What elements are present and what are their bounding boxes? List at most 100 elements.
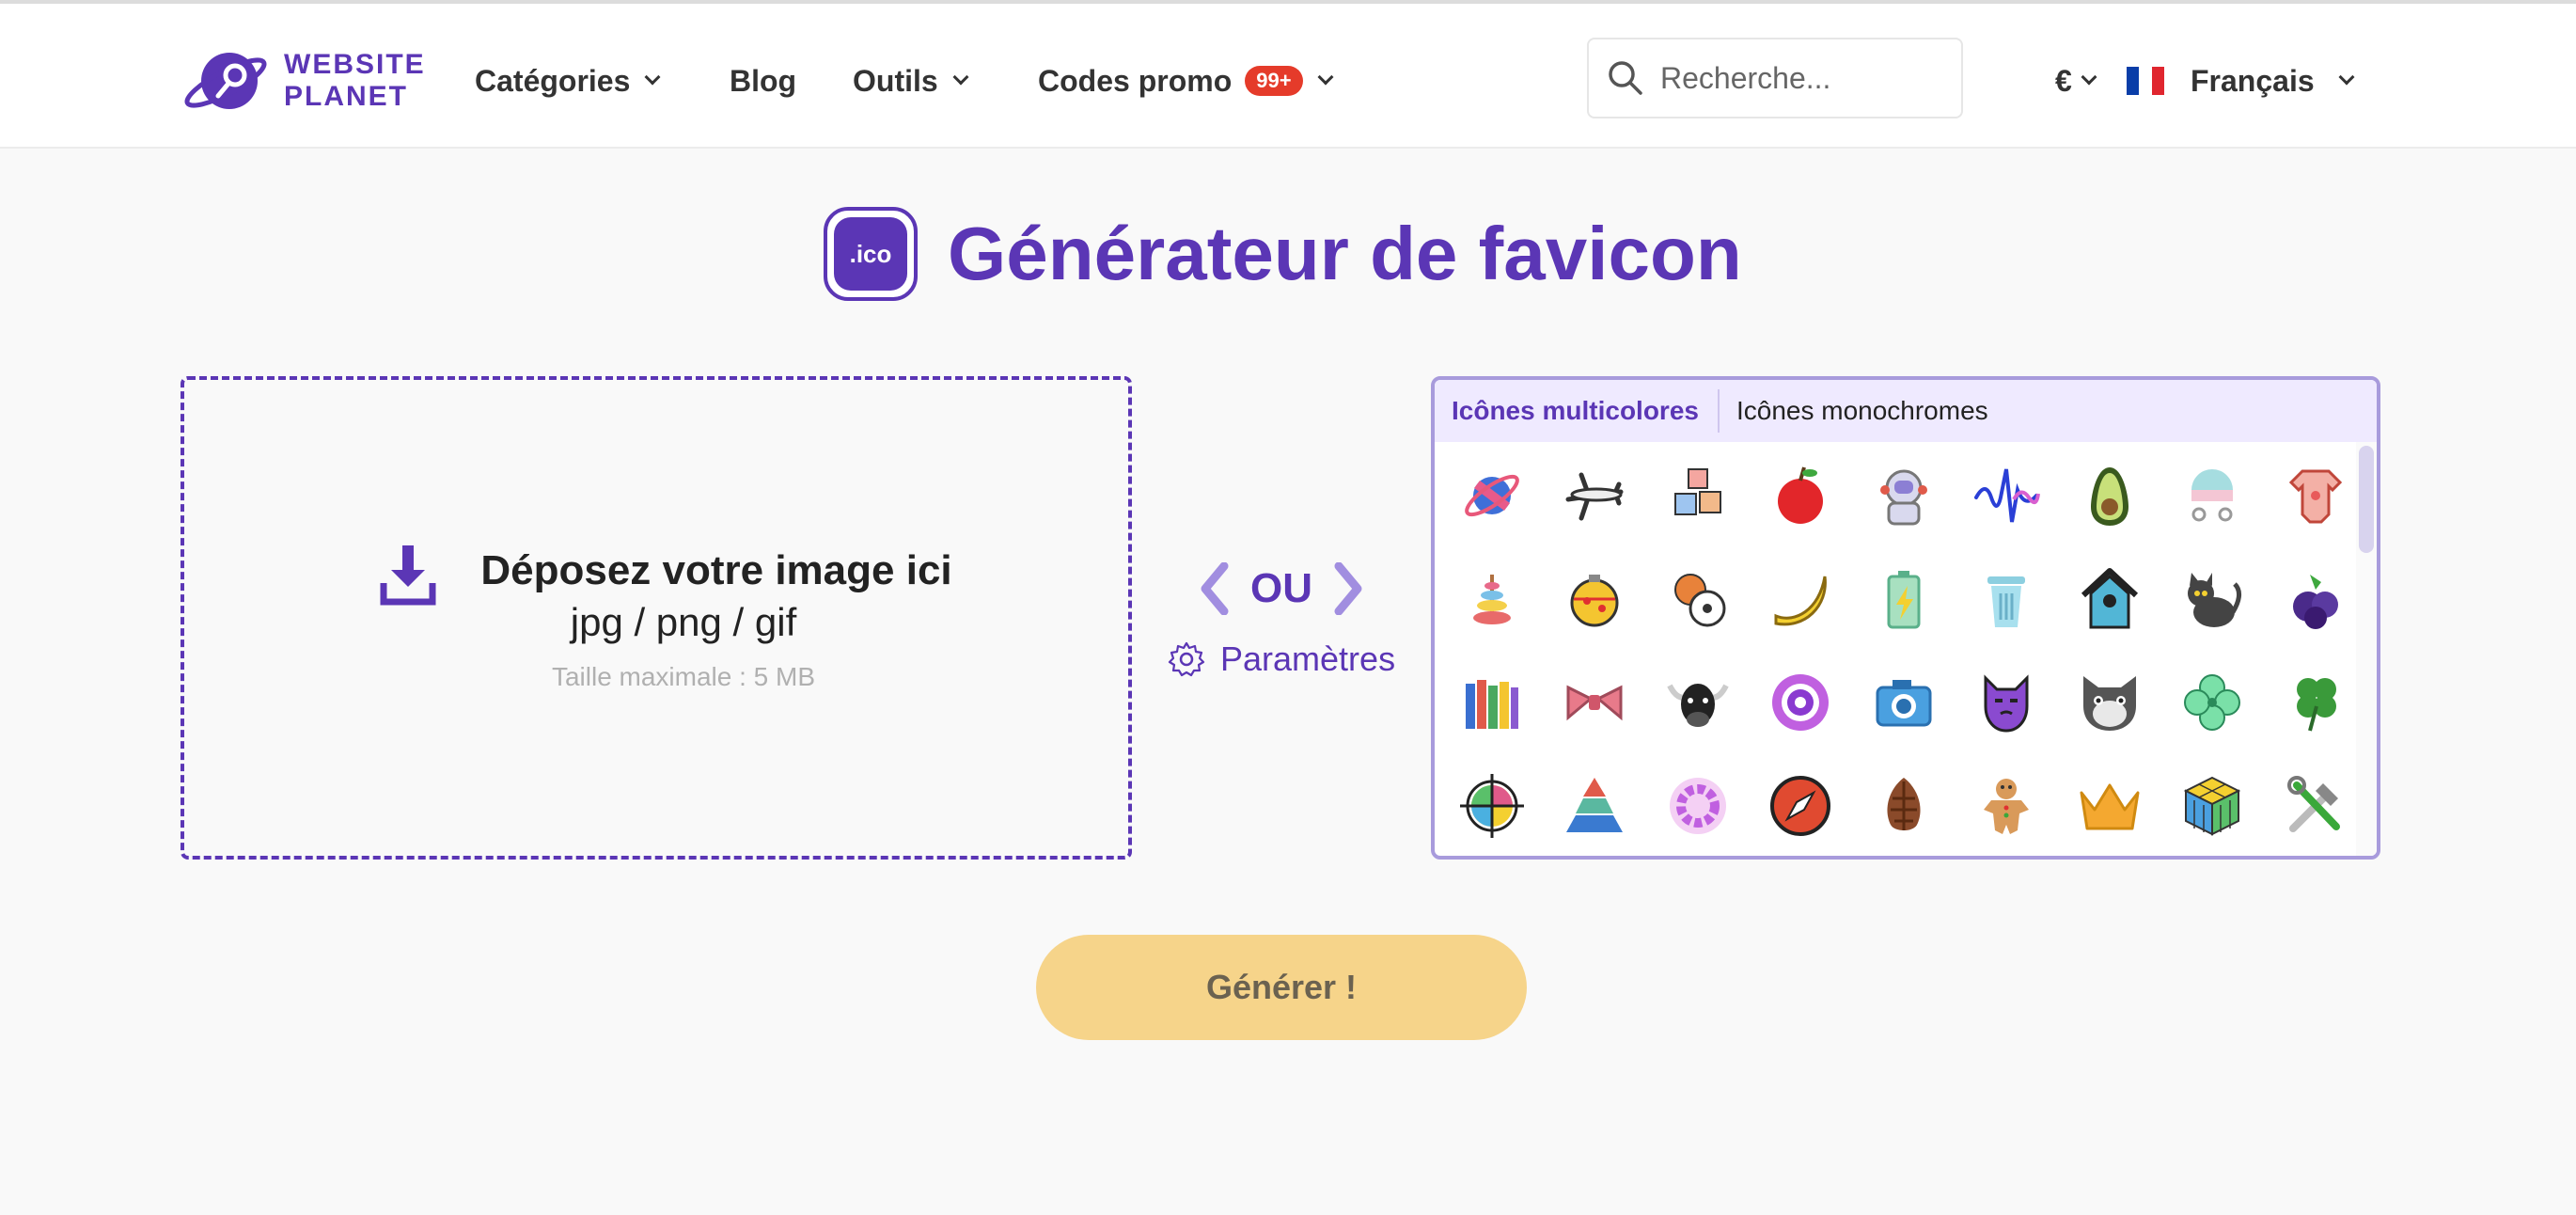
compass-icon <box>1770 776 1831 836</box>
nav-categories[interactable]: Catégories <box>475 55 661 107</box>
color-target-icon <box>1459 774 1524 838</box>
icon-option[interactable] <box>1544 444 1647 547</box>
tab-monochrome-icons[interactable]: Icônes monochromes <box>1720 389 2005 433</box>
icon-option[interactable] <box>1956 651 2059 754</box>
image-drop-zone[interactable]: Déposez votre image ici jpg / png / gif … <box>181 376 1132 860</box>
nav-promo-codes[interactable]: Codes promo 99+ <box>1038 55 1334 107</box>
or-label: OU <box>1250 565 1312 611</box>
icon-option[interactable] <box>1956 444 2059 547</box>
abc-blocks-icon <box>1673 468 1721 515</box>
generate-button[interactable]: Générer ! <box>1036 935 1527 1040</box>
icon-option[interactable] <box>1750 444 1853 547</box>
icon-option[interactable] <box>2058 444 2161 547</box>
icon-option[interactable] <box>2264 444 2367 547</box>
ico-file-icon: .ico <box>824 207 918 301</box>
nav-blog[interactable]: Blog <box>730 55 796 107</box>
avocado-icon <box>2090 467 2128 526</box>
icon-option[interactable] <box>2161 444 2265 547</box>
search-box[interactable] <box>1587 38 1963 118</box>
icon-option[interactable] <box>1956 754 2059 856</box>
logo-line-2: PLANET <box>284 81 408 112</box>
battery-icon <box>1887 571 1921 629</box>
icon-option[interactable] <box>2161 754 2265 856</box>
purple-cat-icon <box>1984 674 2029 733</box>
airplane-icon <box>1565 472 1624 521</box>
icon-option[interactable] <box>1956 547 2059 651</box>
french-flag-icon <box>2127 67 2164 95</box>
icon-option[interactable] <box>2058 651 2161 754</box>
tab-multicolor-icons[interactable]: Icônes multicolores <box>1435 389 1720 433</box>
scrollbar-thumb[interactable] <box>2359 446 2374 553</box>
currency-label: € <box>2055 63 2072 98</box>
max-file-size: Taille maximale : 5 MB <box>551 662 816 691</box>
planet-logo-icon <box>184 53 267 109</box>
black-cat-icon <box>2188 573 2242 627</box>
birdhouse-icon <box>2081 568 2138 629</box>
sport-balls-icon <box>1673 574 1726 627</box>
icon-option[interactable] <box>2058 547 2161 651</box>
camera-lens-icon <box>1772 674 1830 731</box>
gray-cat-icon <box>2082 676 2136 731</box>
icon-option[interactable] <box>2161 651 2265 754</box>
icon-option[interactable] <box>2264 547 2367 651</box>
ico-badge-label: .ico <box>834 217 907 291</box>
promo-count-badge: 99+ <box>1245 66 1303 96</box>
apple-icon <box>1778 466 1824 524</box>
icon-grid-scrollbar[interactable] <box>2356 442 2377 856</box>
icon-option[interactable] <box>1750 754 1853 856</box>
icon-picker-panel: Icônes multicolores Icônes monochromes <box>1431 376 2380 860</box>
icon-option[interactable] <box>1646 547 1750 651</box>
chevron-down-icon <box>2338 69 2355 86</box>
nav-tools-label: Outils <box>853 63 938 98</box>
icon-option[interactable] <box>1440 547 1544 651</box>
icon-option[interactable] <box>1440 754 1544 856</box>
icon-option[interactable] <box>1852 651 1956 754</box>
language-selector[interactable]: Français <box>2127 55 2355 107</box>
green-clover-icon <box>2184 674 2241 731</box>
icon-option[interactable] <box>2264 651 2367 754</box>
icon-option[interactable] <box>1646 754 1750 856</box>
pyramid-chart-icon <box>1566 778 1624 832</box>
chevron-down-icon <box>1317 69 1334 86</box>
christmas-ornament-icon <box>1570 575 1619 627</box>
icon-grid <box>1435 442 2354 856</box>
nav-blog-label: Blog <box>730 63 797 98</box>
icon-option[interactable] <box>1852 547 1956 651</box>
icon-option[interactable] <box>1440 444 1544 547</box>
astronaut-icon <box>1879 469 1927 526</box>
icon-option[interactable] <box>1544 547 1647 651</box>
icon-option[interactable] <box>2264 754 2367 856</box>
planet-icon <box>1464 474 1519 517</box>
tools-icon <box>2286 776 2340 832</box>
chevron-down-icon <box>952 69 969 86</box>
icon-option[interactable] <box>1852 444 1956 547</box>
currency-selector[interactable]: € <box>2055 55 2097 107</box>
icon-option[interactable] <box>1852 754 1956 856</box>
settings-link[interactable]: Paramètres <box>1168 639 1395 679</box>
search-icon <box>1609 61 1642 95</box>
icon-option[interactable] <box>1646 651 1750 754</box>
icon-option[interactable] <box>1440 651 1544 754</box>
logo-text: WEBSITE PLANET <box>284 49 426 113</box>
nav-promo-label: Codes promo <box>1038 63 1233 98</box>
blueberries-icon <box>2292 575 2338 629</box>
search-input[interactable] <box>1660 60 1952 96</box>
baby-stroller-icon <box>2191 469 2234 522</box>
or-separator: OU <box>1200 559 1363 619</box>
rubiks-cube-icon <box>2184 776 2241 836</box>
gear-icon <box>1168 641 1205 677</box>
icon-option[interactable] <box>1646 444 1750 547</box>
nav-tools[interactable]: Outils <box>853 55 969 107</box>
icon-option[interactable] <box>2058 754 2161 856</box>
drop-zone-title: Déposez votre image ici <box>480 547 952 593</box>
gingerbread-man-icon <box>1984 779 2030 834</box>
crown-icon <box>2080 783 2140 830</box>
icon-option[interactable] <box>1750 547 1853 651</box>
icon-option[interactable] <box>1544 754 1647 856</box>
icon-option[interactable] <box>1544 651 1647 754</box>
website-planet-logo[interactable]: WEBSITE PLANET <box>181 45 426 117</box>
icon-option[interactable] <box>1750 651 1853 754</box>
sound-wave-icon <box>1974 468 2041 523</box>
trash-bin-icon <box>1987 576 2026 627</box>
icon-option[interactable] <box>2161 547 2265 651</box>
